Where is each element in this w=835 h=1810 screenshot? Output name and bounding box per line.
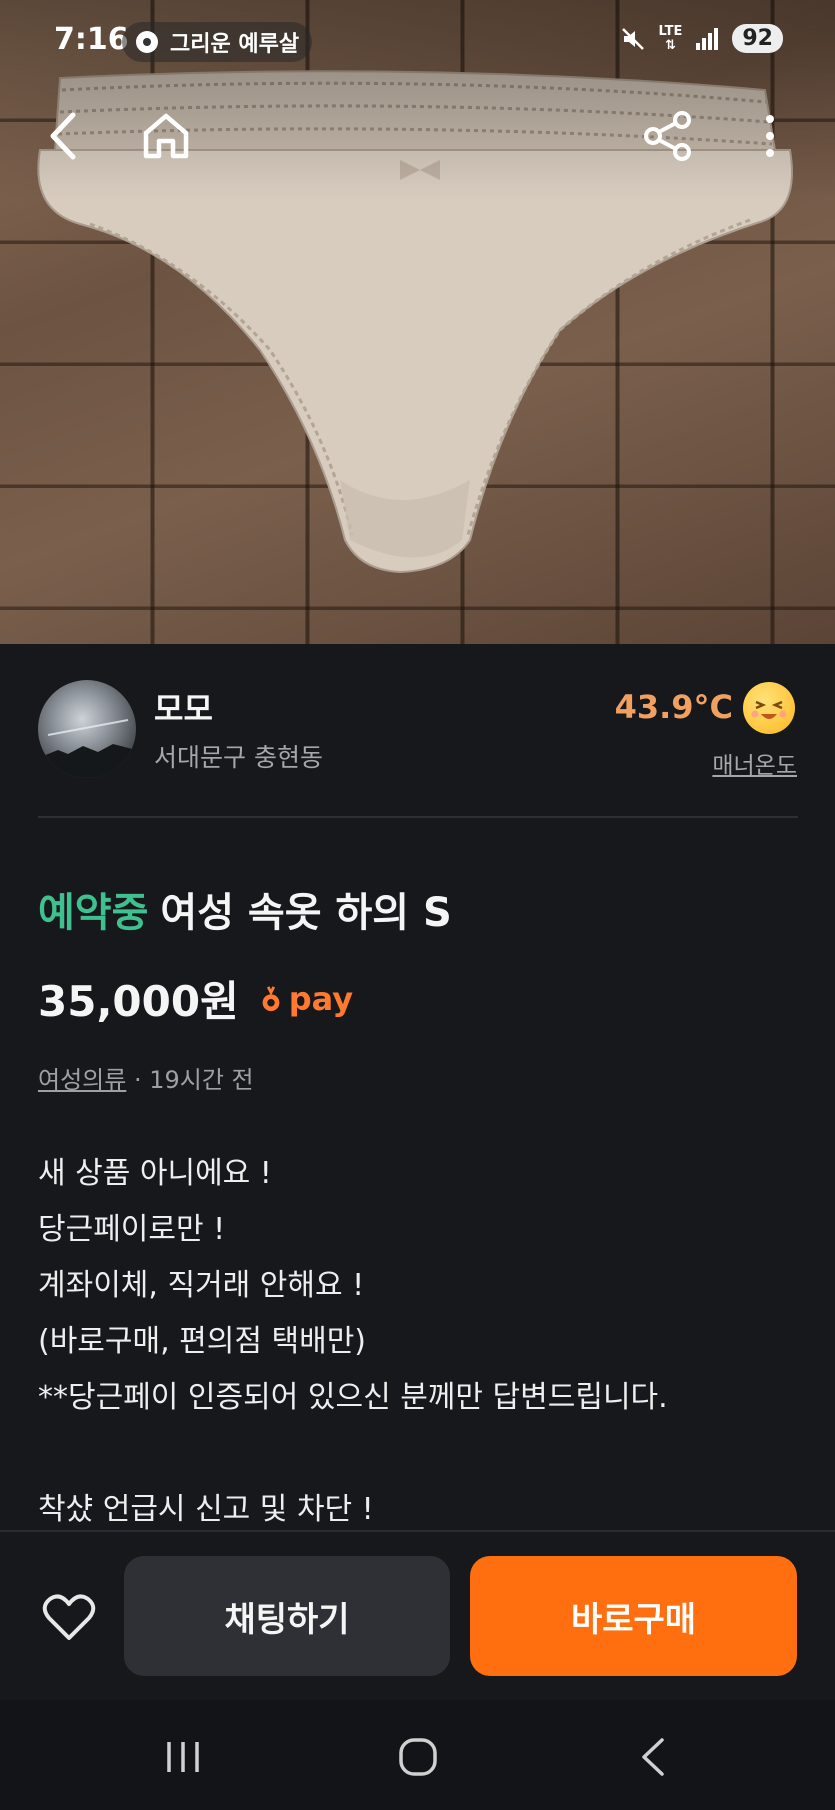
- back-icon: [50, 112, 76, 160]
- home-nav-icon: [399, 1738, 437, 1776]
- manner-temperature: 43.9°C: [614, 688, 733, 726]
- more-button[interactable]: [742, 108, 798, 164]
- posted-time: · 19시간 전: [126, 1066, 254, 1094]
- status-bar: 7:16 그리운 예루살 LTE ⇅ 92: [0, 0, 835, 84]
- listing-title-text: 여성 속옷 하의 S: [160, 890, 452, 936]
- seller-profile[interactable]: 모모 서대문구 충현동 43.9°C 매너온도: [0, 644, 835, 818]
- battery-indicator: 92: [732, 24, 783, 53]
- listing-description: 새 상품 아니에요 ! 당근페이로만 ! 계좌이체, 직거래 안해요 ! (바로…: [38, 1146, 798, 1538]
- carrot-pay-badge: pay: [259, 980, 353, 1018]
- heart-icon: [42, 1594, 96, 1640]
- description-line: (바로구매, 편의점 택배만): [38, 1324, 367, 1359]
- more-icon: [766, 115, 774, 157]
- chat-button[interactable]: 채팅하기: [124, 1556, 450, 1676]
- system-navigation-bar: [0, 1700, 835, 1810]
- description-line: **당근페이 인증되어 있으신 분께만 답변드립니다.: [38, 1380, 668, 1415]
- share-button[interactable]: [640, 108, 696, 164]
- recent-apps-button[interactable]: [158, 1732, 208, 1782]
- back-nav-icon: [642, 1738, 664, 1776]
- description-line: [38, 1426, 798, 1482]
- media-playing-pill[interactable]: 그리운 예루살: [122, 22, 312, 62]
- description-line: 계좌이체, 직거래 안해요 !: [38, 1268, 365, 1303]
- media-title: 그리운 예루살: [170, 32, 300, 57]
- description-line: 새 상품 아니에요 !: [38, 1156, 272, 1191]
- signal-icon: [696, 27, 719, 50]
- bottom-action-bar: 채팅하기 바로구매: [0, 1530, 835, 1700]
- mute-icon: [622, 27, 645, 50]
- category-link[interactable]: 여성의류: [38, 1066, 126, 1094]
- happy-face-icon: [743, 682, 795, 734]
- back-nav-button[interactable]: [628, 1732, 678, 1782]
- seller-name[interactable]: 모모: [154, 684, 213, 730]
- listing-price: 35,000원: [38, 977, 239, 1026]
- like-button[interactable]: [40, 1588, 98, 1646]
- home-button[interactable]: [138, 108, 194, 164]
- home-icon: [143, 113, 189, 159]
- buy-now-button[interactable]: 바로구매: [470, 1556, 797, 1676]
- lte-indicator: LTE ⇅: [658, 23, 683, 53]
- carrot-pay-icon: [262, 985, 280, 1011]
- home-nav-button[interactable]: [393, 1732, 443, 1782]
- manner-temperature-link[interactable]: 매너온도: [712, 746, 797, 780]
- pay-label: pay: [288, 979, 354, 1018]
- price-row: 35,000원 pay: [38, 968, 353, 1029]
- reservation-status-badge: 예약중: [38, 890, 149, 936]
- product-photo[interactable]: 7:16 그리운 예루살 LTE ⇅ 92: [0, 0, 835, 644]
- divider: [38, 816, 798, 818]
- music-icon: [136, 31, 158, 53]
- seller-location: 서대문구 충현동: [154, 743, 323, 772]
- share-icon: [644, 111, 691, 161]
- avatar[interactable]: [38, 680, 136, 778]
- status-time: 7:16: [54, 22, 129, 57]
- listing-meta: 여성의류 · 19시간 전: [38, 1060, 254, 1095]
- listing-title: 예약중 여성 속옷 하의 S: [38, 880, 452, 938]
- back-button[interactable]: [34, 108, 90, 164]
- avatar-image: [38, 719, 136, 778]
- recent-apps-icon: [167, 1742, 199, 1772]
- description-line: 당근페이로만 !: [38, 1212, 226, 1247]
